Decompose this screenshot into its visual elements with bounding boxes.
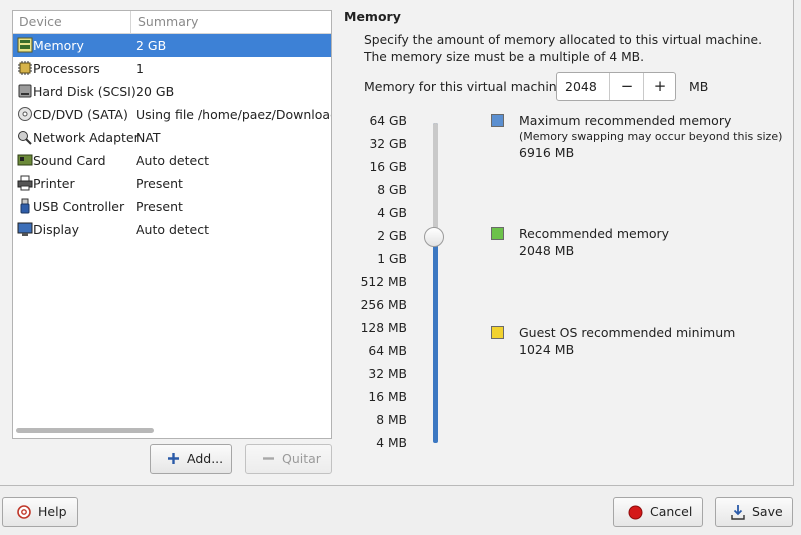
slider-tick-label: 4 GB — [377, 206, 407, 220]
device-row-memory[interactable]: Memory 2 GB — [13, 34, 331, 57]
remove-device-button[interactable]: Quitar — [245, 444, 332, 474]
device-summary: NAT — [136, 130, 161, 145]
slider-tick-label: 1 GB — [377, 252, 407, 266]
minimum-memory-title: Guest OS recommended minimum — [519, 325, 736, 340]
device-name: USB Controller — [33, 199, 125, 214]
memory-value-input[interactable]: 2048 — [565, 73, 597, 100]
device-name: Display — [33, 222, 80, 237]
usb-controller-icon — [20, 198, 30, 214]
device-summary: Present — [136, 176, 183, 191]
slider-tick-label: 16 GB — [369, 160, 407, 174]
scrollbar-thumb[interactable] — [16, 428, 154, 433]
device-row-usb-controller[interactable]: USB Controller Present — [13, 195, 331, 218]
device-summary: Using file /home/paez/Downloads/’ — [136, 107, 331, 122]
processor-icon — [18, 61, 32, 75]
recommended-memory-title: Recommended memory — [519, 226, 670, 241]
save-button-label: Save — [752, 504, 783, 519]
slider-tick-label: 256 MB — [360, 298, 407, 312]
device-row-sound-card[interactable]: Sound Card Auto detect — [13, 149, 331, 172]
column-header-device[interactable]: Device — [13, 11, 131, 33]
memory-decrement-button[interactable]: − — [609, 73, 644, 100]
device-name: Printer — [33, 176, 75, 191]
device-summary: 1 — [136, 61, 144, 76]
help-button[interactable]: Help — [2, 497, 78, 527]
slider-tick-label: 32 MB — [368, 367, 407, 381]
device-name: CD/DVD (SATA) — [33, 107, 128, 122]
cancel-icon — [628, 505, 643, 520]
minus-icon — [263, 457, 274, 460]
device-row-hard-disk[interactable]: Hard Disk (SCSI) 20 GB — [13, 80, 331, 103]
minimum-memory-value: 1024 MB — [519, 342, 575, 357]
memory-field-label: Memory for this virtual machine: — [364, 79, 569, 94]
slider-tick-label: 128 MB — [360, 321, 407, 335]
slider-tick-label: 16 MB — [368, 390, 407, 404]
slider-tick-label: 2 GB — [377, 229, 407, 243]
memory-section-title: Memory — [344, 9, 401, 24]
device-row-processors[interactable]: Processors 1 — [13, 57, 331, 80]
device-name: Sound Card — [33, 153, 106, 168]
device-name: Processors — [33, 61, 100, 76]
cancel-button[interactable]: Cancel — [613, 497, 703, 527]
save-button[interactable]: Save — [715, 497, 793, 527]
device-summary: Auto detect — [136, 153, 209, 168]
help-button-label: Help — [38, 504, 67, 519]
network-adapter-icon — [18, 131, 32, 145]
printer-icon — [17, 175, 33, 191]
device-row-printer[interactable]: Printer Present — [13, 172, 331, 195]
slider-tick-label: 64 MB — [368, 344, 407, 358]
memory-spinbox[interactable]: 2048 − + — [556, 72, 676, 101]
slider-tick-label: 8 MB — [376, 413, 407, 427]
device-list[interactable]: Device Summary Memory 2 GB Processors 1 … — [12, 10, 332, 439]
device-summary: 2 GB — [136, 38, 167, 53]
device-row-network-adapter[interactable]: Network Adapter NAT — [13, 126, 331, 149]
recommended-memory-value: 2048 MB — [519, 243, 575, 258]
device-name: Hard Disk (SCSI) — [33, 84, 136, 99]
device-summary: 20 GB — [136, 84, 175, 99]
recommended-memory-marker-icon — [491, 227, 504, 240]
device-list-header: Device Summary — [13, 11, 331, 34]
max-memory-title: Maximum recommended memory — [519, 113, 732, 128]
memory-slider-knob[interactable] — [424, 227, 444, 247]
cancel-button-label: Cancel — [650, 504, 693, 519]
device-name: Network Adapter — [33, 130, 139, 145]
device-summary: Auto detect — [136, 222, 209, 237]
display-icon — [17, 222, 33, 236]
device-summary: Present — [136, 199, 183, 214]
max-memory-value: 6916 MB — [519, 145, 575, 160]
memory-unit-label: MB — [689, 79, 709, 94]
hard-disk-icon — [18, 84, 32, 98]
device-row-display[interactable]: Display Auto detect — [13, 218, 331, 241]
help-icon — [17, 505, 31, 519]
max-memory-marker-icon — [491, 114, 504, 127]
memory-slider-track-unfilled[interactable] — [433, 123, 438, 237]
memory-description: Specify the amount of memory allocated t… — [364, 33, 763, 64]
slider-tick-label: 8 GB — [377, 183, 407, 197]
memory-icon — [17, 37, 33, 53]
slider-tick-label: 32 GB — [369, 137, 407, 151]
add-button-label: Add... — [187, 451, 224, 466]
device-name: Memory — [33, 38, 84, 53]
sound-card-icon — [17, 154, 33, 166]
slider-tick-label: 512 MB — [360, 275, 407, 289]
memory-increment-button[interactable]: + — [643, 73, 676, 100]
slider-tick-label: 64 GB — [369, 114, 407, 128]
save-icon — [731, 505, 745, 520]
remove-button-label: Quitar — [282, 451, 321, 466]
column-header-summary[interactable]: Summary — [132, 11, 331, 33]
cd-dvd-icon — [18, 107, 32, 121]
slider-tick-label: 4 MB — [376, 436, 407, 450]
device-row-cd-dvd[interactable]: CD/DVD (SATA) Using file /home/paez/Down… — [13, 103, 331, 126]
minimum-memory-marker-icon — [491, 326, 504, 339]
add-device-button[interactable]: Add... — [150, 444, 232, 474]
max-memory-note: (Memory swapping may occur beyond this s… — [519, 130, 783, 143]
plus-icon — [168, 453, 179, 464]
